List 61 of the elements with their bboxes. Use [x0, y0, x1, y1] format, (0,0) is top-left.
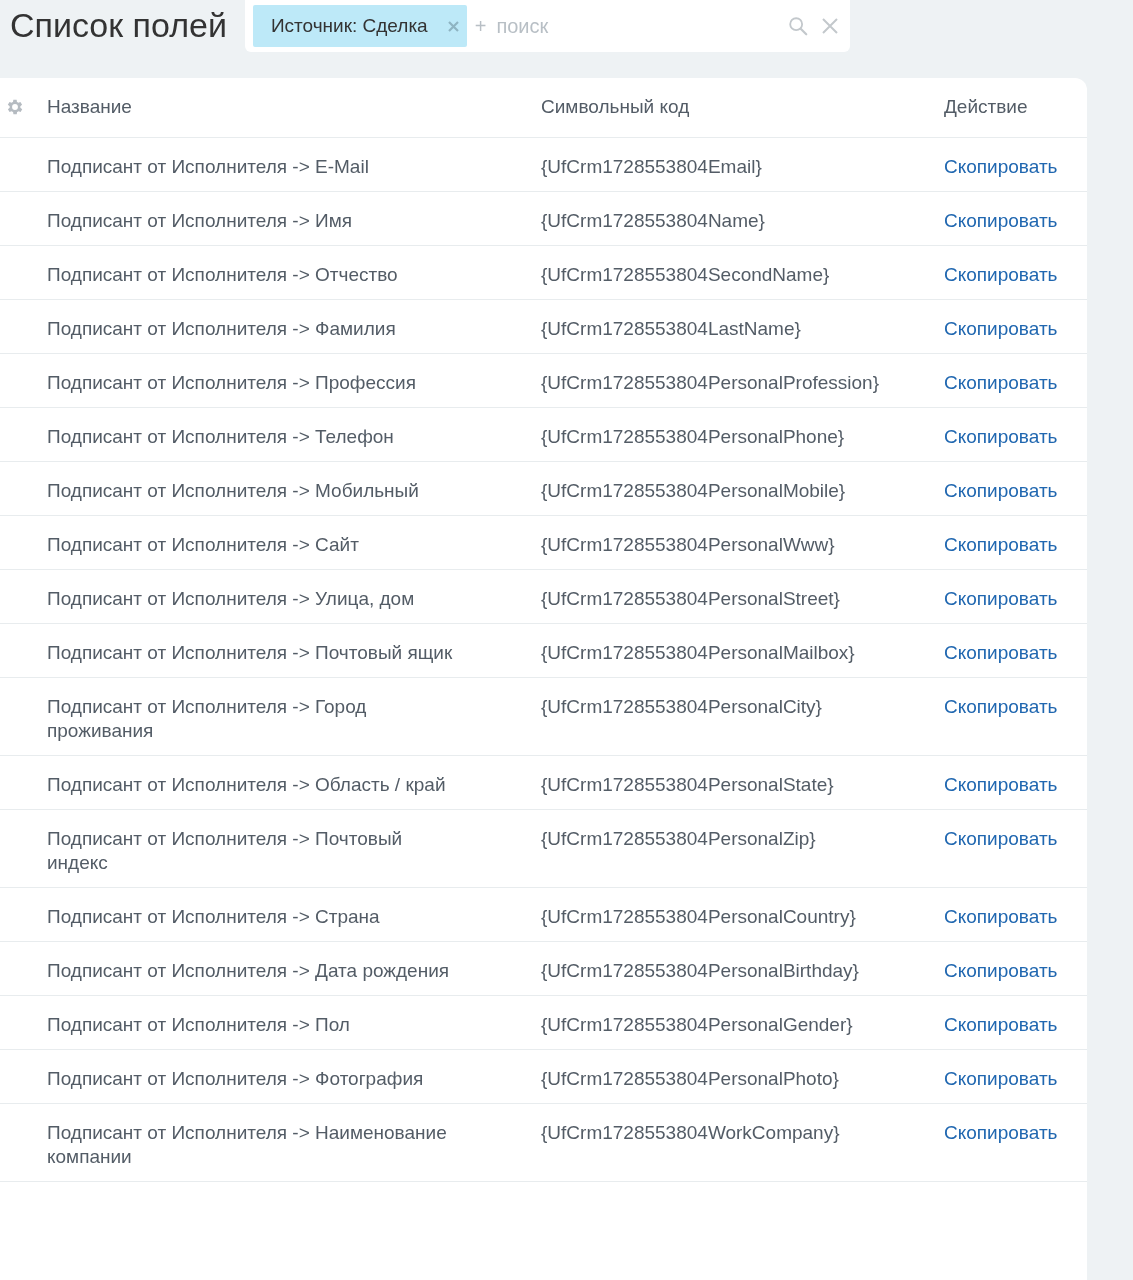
copy-link[interactable]: Скопировать: [944, 1067, 1058, 1091]
column-header: Название: [47, 95, 133, 119]
field-code: {UfCrm1728553804Email}: [541, 155, 763, 179]
copy-link[interactable]: Скопировать: [944, 425, 1058, 449]
settings-icon[interactable]: [5, 97, 25, 117]
field-code: {UfCrm1728553804SecondName}: [541, 263, 831, 287]
field-name: Подписант от Исполнителя -> Мобильный: [47, 479, 420, 503]
field-name: Подписант от Исполнителя -> Область / край: [47, 773, 447, 797]
copy-link[interactable]: Скопировать: [944, 587, 1058, 611]
field-name: Подписант от Исполнителя -> Почтовый ящик: [47, 641, 454, 665]
field-code: {UfCrm1728553804PersonalMailbox}: [541, 641, 856, 665]
field-code: {UfCrm1728553804PersonalPhoto}: [541, 1067, 840, 1091]
field-name: Подписант от Исполнителя -> Сайт: [47, 533, 360, 557]
field-code: {UfCrm1728553804Name}: [541, 209, 766, 233]
field-name: Подписант от Исполнителя -> Телефон: [47, 425, 395, 449]
field-code: {UfCrm1728553804PersonalBirthday}: [541, 959, 860, 983]
field-code: {UfCrm1728553804PersonalCountry}: [541, 905, 857, 929]
page-title: Список полей: [10, 6, 227, 45]
field-name: Подписант от Исполнителя -> Дата рождения: [47, 959, 451, 983]
copy-link[interactable]: Скопировать: [944, 479, 1058, 503]
field-name: Подписант от Исполнителя -> Улица, дом: [47, 587, 416, 611]
field-code: {UfCrm1728553804LastName}: [541, 317, 802, 341]
field-name: Подписант от Исполнителя -> Почтовый индекс: [47, 827, 404, 875]
copy-link[interactable]: Скопировать: [944, 209, 1058, 233]
field-code: {UfCrm1728553804PersonalCity}: [541, 695, 823, 719]
column-header: Символьный код: [541, 95, 691, 119]
field-name: Подписант от Исполнителя -> Имя: [47, 209, 354, 233]
filter-tag-label: Источник: Сделка: [270, 15, 428, 37]
copy-link[interactable]: Скопировать: [944, 1013, 1058, 1037]
field-code: {UfCrm1728553804PersonalWww}: [541, 533, 836, 557]
copy-link[interactable]: Скопировать: [944, 317, 1058, 341]
field-code: {UfCrm1728553804PersonalStreet}: [541, 587, 841, 611]
field-name: Подписант от Исполнителя -> Фотография: [47, 1067, 425, 1091]
copy-link[interactable]: Скопировать: [944, 155, 1058, 179]
field-code: {UfCrm1728553804PersonalState}: [541, 773, 835, 797]
field-name: Подписант от Исполнителя -> Отчество: [47, 263, 399, 287]
field-code: {UfCrm1728553804WorkCompany}: [541, 1121, 841, 1145]
field-name: Подписант от Исполнителя -> E-Mail: [47, 155, 370, 179]
field-name: Подписант от Исполнителя -> Страна: [47, 905, 381, 929]
column-header: Действие: [944, 95, 1029, 119]
copy-link[interactable]: Скопировать: [944, 371, 1058, 395]
copy-link[interactable]: Скопировать: [944, 827, 1058, 851]
copy-link[interactable]: Скопировать: [944, 695, 1058, 719]
copy-link[interactable]: Скопировать: [944, 773, 1058, 797]
close-icon[interactable]: [447, 20, 459, 32]
field-code: {UfCrm1728553804PersonalProfession}: [541, 371, 880, 395]
field-code: {UfCrm1728553804PersonalGender}: [541, 1013, 854, 1037]
copy-link[interactable]: Скопировать: [944, 641, 1058, 665]
field-code: {UfCrm1728553804PersonalZip}: [541, 827, 817, 851]
field-name: Подписант от Исполнителя -> Фамилия: [47, 317, 397, 341]
field-code: {UfCrm1728553804PersonalPhone}: [541, 425, 846, 449]
copy-link[interactable]: Скопировать: [944, 533, 1058, 557]
field-name: Подписант от Исполнителя -> Пол: [47, 1013, 351, 1037]
field-name: Подписант от Исполнителя -> Профессия: [47, 371, 417, 395]
copy-link[interactable]: Скопировать: [944, 959, 1058, 983]
field-name: Подписант от Исполнителя -> Город проживания: [47, 695, 368, 743]
field-code: {UfCrm1728553804PersonalMobile}: [541, 479, 847, 503]
copy-link[interactable]: Скопировать: [944, 263, 1058, 287]
copy-link[interactable]: Скопировать: [944, 905, 1058, 929]
field-name: Подписант от Исполнителя -> Наименование компании: [47, 1121, 448, 1169]
copy-link[interactable]: Скопировать: [944, 1121, 1058, 1145]
